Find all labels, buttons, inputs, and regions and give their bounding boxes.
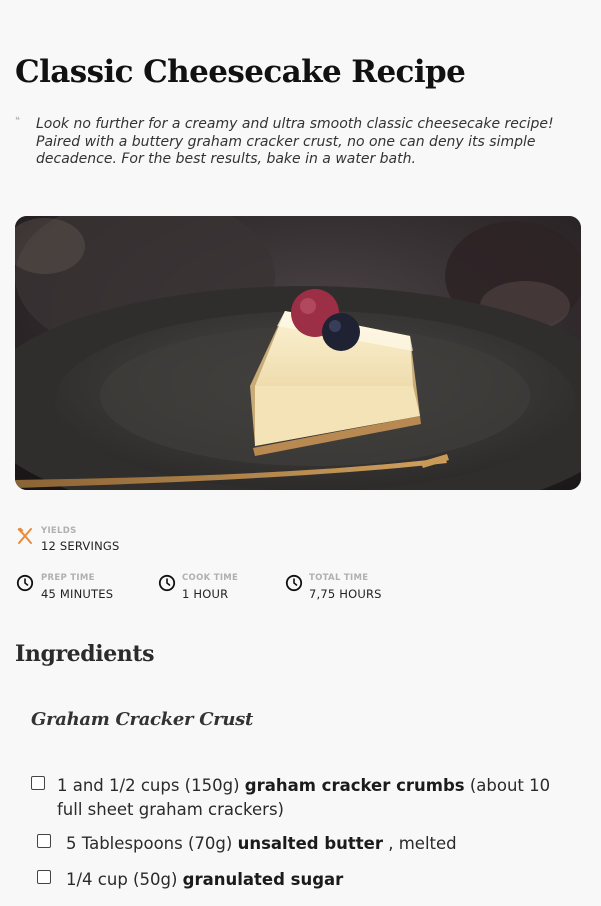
recipe-intro: Look no further for a creamy and ultra s… xyxy=(36,116,554,167)
ingredient-amount: 1 and 1/2 cups (150g) xyxy=(57,776,240,795)
ingredient-amount: 5 Tablespoons (70g) xyxy=(66,834,233,853)
cheesecake-illustration xyxy=(15,216,581,490)
utensils-icon xyxy=(17,527,32,544)
ingredient-name: graham cracker crumbs xyxy=(244,776,465,795)
ingredient-item: 1 and 1/2 cups (150g) graham cracker cru… xyxy=(57,774,577,822)
ingredient-group-title: Graham Cracker Crust xyxy=(31,709,254,730)
ingredient-checkbox[interactable] xyxy=(31,776,45,790)
ingredient-name: unsalted butter xyxy=(237,834,383,853)
prep-time-value: 45 MINUTES xyxy=(41,587,114,601)
ingredient-checkbox[interactable] xyxy=(37,870,51,884)
cook-time-label: COOK TIME xyxy=(182,573,239,583)
ingredient-note: (about 10 xyxy=(469,776,551,795)
cheesecake-photo xyxy=(15,216,581,490)
ingredient-checkbox[interactable] xyxy=(37,834,51,848)
ingredient-note: , melted xyxy=(388,834,457,853)
yields-value: 12 SERVINGS xyxy=(41,539,120,553)
cook-time-value: 1 HOUR xyxy=(182,587,229,601)
total-time-label: TOTAL TIME xyxy=(309,573,369,583)
clock-icon xyxy=(16,574,34,592)
quote-mark: ❝ xyxy=(15,116,20,126)
clock-icon xyxy=(158,574,176,592)
prep-time-label: PREP TIME xyxy=(41,573,95,583)
ingredient-item: 1/4 cup (50g) granulated sugar xyxy=(66,868,576,892)
ingredient-note-cont: full sheet graham crackers) xyxy=(57,800,284,819)
yields-label: YIELDS xyxy=(41,526,77,536)
ingredient-name: granulated sugar xyxy=(182,870,344,889)
ingredients-heading: Ingredients xyxy=(15,641,155,667)
ingredient-amount: 1/4 cup (50g) xyxy=(66,870,178,889)
total-time-value: 7,75 HOURS xyxy=(309,587,382,601)
page-title: Classic Cheesecake Recipe xyxy=(15,54,466,90)
clock-icon xyxy=(285,574,303,592)
ingredient-item: 5 Tablespoons (70g) unsalted butter , me… xyxy=(66,832,576,856)
